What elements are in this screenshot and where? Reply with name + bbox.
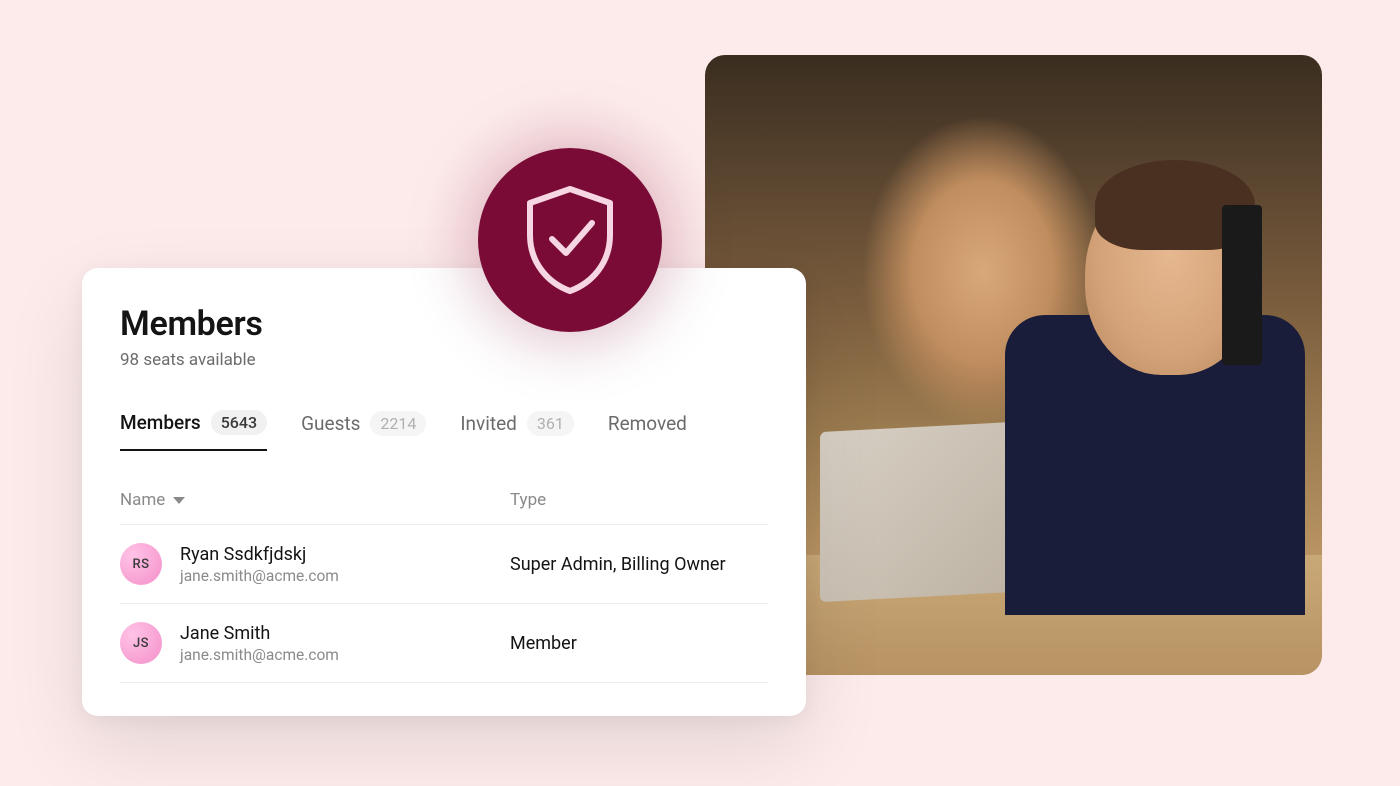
user-name: Jane Smith [180,623,339,644]
tab-label: Guests [301,412,360,435]
tab-invited[interactable]: Invited 361 [460,411,573,450]
tab-count: 5643 [211,410,267,435]
user-email: jane.smith@acme.com [180,646,339,664]
shield-check-badge [478,148,662,332]
column-name-sort[interactable]: Name [120,490,510,510]
tab-label: Invited [460,412,517,435]
avatar: JS [120,622,162,664]
shield-check-icon [522,185,618,295]
tab-label: Removed [608,412,687,435]
user-type: Member [510,633,768,654]
table-header: Name Type [120,490,768,525]
tab-label: Members [120,411,201,434]
tab-guests[interactable]: Guests 2214 [301,411,426,450]
sort-desc-icon [173,497,185,504]
tab-count: 361 [527,411,574,436]
user-email: jane.smith@acme.com [180,567,339,585]
seats-available: 98 seats available [120,350,768,370]
members-card: Members 98 seats available Members 5643 … [82,268,806,716]
members-table: Name Type RS Ryan Ssdkfjdskj jane.smith@… [120,490,768,683]
column-name-label: Name [120,490,165,510]
tab-members[interactable]: Members 5643 [120,410,267,451]
table-row[interactable]: JS Jane Smith jane.smith@acme.com Member [120,604,768,683]
member-tabs: Members 5643 Guests 2214 Invited 361 Rem… [120,410,768,452]
tab-count: 2214 [370,411,426,436]
user-type: Super Admin, Billing Owner [510,554,768,575]
table-row[interactable]: RS Ryan Ssdkfjdskj jane.smith@acme.com S… [120,525,768,604]
tab-removed[interactable]: Removed [608,412,687,449]
page-title: Members [120,304,768,344]
user-name: Ryan Ssdkfjdskj [180,544,339,565]
column-type-label: Type [510,490,768,510]
avatar: RS [120,543,162,585]
